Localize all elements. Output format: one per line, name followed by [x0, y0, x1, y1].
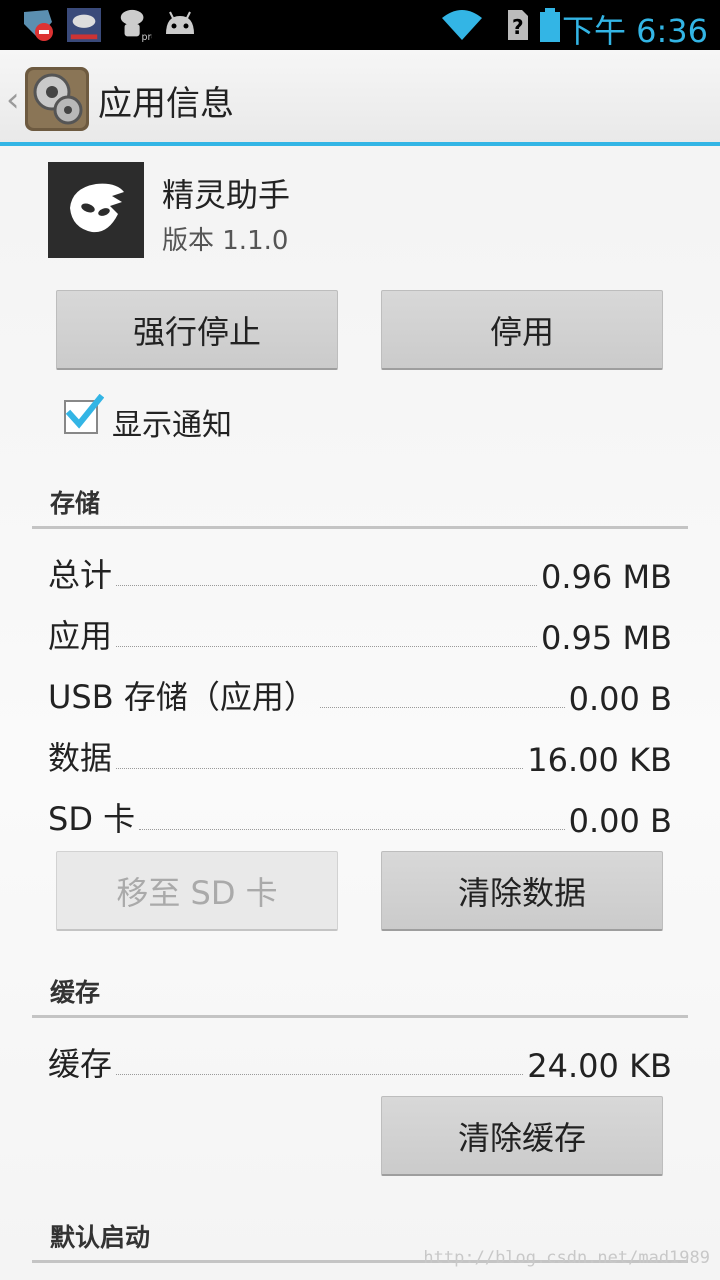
watermark: http://blog.csdn.net/mad1989	[423, 1248, 710, 1268]
row-value: 0.00 B	[568, 680, 672, 718]
cache-header: 缓存	[50, 978, 101, 1007]
checkmark-icon	[65, 394, 104, 429]
row-value: 24.00 KB	[527, 1047, 672, 1085]
storage-row-total: 总计 0.96 MB	[48, 546, 672, 596]
show-notifications-checkbox[interactable]	[64, 394, 104, 434]
page-title: 应用信息	[98, 84, 234, 124]
android-icon	[166, 11, 194, 34]
settings-gear-icon[interactable]	[24, 66, 90, 132]
storage-row-data: 数据 16.00 KB	[48, 729, 672, 779]
row-value: 0.00 B	[568, 802, 672, 840]
action-bar: ‹ 应用信息	[0, 50, 720, 146]
show-notifications-label: 显示通知	[112, 408, 232, 443]
force-stop-button[interactable]: 强行停止	[56, 290, 338, 370]
app-version: 版本 1.1.0	[162, 226, 289, 256]
row-label: USB 存储（应用）	[48, 678, 316, 716]
row-value: 0.96 MB	[541, 558, 672, 596]
app-shield-icon	[24, 10, 53, 41]
move-to-sd-button[interactable]: 移至 SD 卡	[56, 851, 338, 931]
status-bar: pro ? 下午 6:36	[0, 0, 720, 50]
row-value: 0.95 MB	[541, 619, 672, 657]
storage-row-app: 应用 0.95 MB	[48, 607, 672, 657]
svg-text:pro: pro	[142, 32, 152, 42]
disable-button[interactable]: 停用	[381, 290, 663, 370]
cache-divider	[32, 1015, 688, 1018]
android-pro-icon: pro	[120, 9, 152, 42]
mask-icon	[48, 162, 144, 258]
default-launch-header: 默认启动	[50, 1223, 151, 1252]
svg-text:?: ?	[512, 15, 524, 39]
row-label: 缓存	[48, 1045, 113, 1083]
row-label: 数据	[48, 739, 113, 777]
storage-divider	[32, 526, 688, 529]
no-sim-icon: ?	[508, 10, 528, 40]
row-value: 16.00 KB	[527, 741, 672, 779]
wifi-icon	[442, 10, 482, 40]
back-chevron-icon[interactable]: ‹	[6, 80, 20, 120]
cloud-app-icon	[67, 8, 101, 42]
battery-icon	[540, 8, 560, 42]
storage-row-sd: SD 卡 0.00 B	[48, 790, 672, 840]
clear-cache-button[interactable]: 清除缓存	[381, 1096, 663, 1176]
row-label: 应用	[48, 617, 113, 655]
status-time: 下午 6:36	[561, 12, 708, 50]
storage-header: 存储	[50, 489, 101, 518]
app-name: 精灵助手	[162, 176, 291, 214]
cache-row: 缓存 24.00 KB	[48, 1035, 672, 1085]
storage-row-usb: USB 存储（应用） 0.00 B	[48, 668, 672, 718]
clear-data-button[interactable]: 清除数据	[381, 851, 663, 931]
row-label: 总计	[48, 556, 113, 594]
row-label: SD 卡	[48, 800, 136, 838]
